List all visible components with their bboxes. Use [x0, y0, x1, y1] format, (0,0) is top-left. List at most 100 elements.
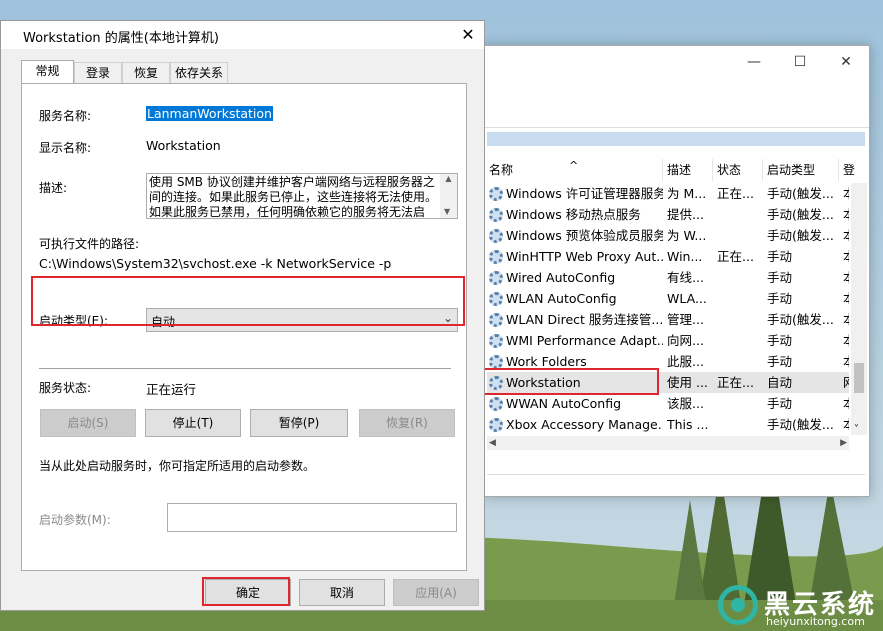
service-name-value[interactable]: LanmanWorkstation	[146, 106, 273, 121]
service-status-cell	[717, 225, 763, 246]
service-name-cell: WMI Performance Adapt...	[489, 330, 663, 351]
service-row[interactable]: Windows 移动热点服务提供... 手动(触发... 本	[487, 204, 849, 225]
scroll-up-icon[interactable]: ▲	[440, 174, 457, 183]
service-desc-cell: 此服...	[667, 354, 704, 369]
display-name-value[interactable]: Workstation	[146, 138, 221, 153]
cancel-button[interactable]: 取消	[299, 579, 385, 606]
dialog-title: Workstation 的属性(本地计算机)	[23, 31, 219, 46]
apply-button[interactable]: 应用(A)	[393, 579, 479, 606]
resume-button[interactable]: 恢复(R)	[359, 409, 455, 437]
service-desc-cell: 提供...	[667, 207, 704, 222]
scrollbar-thumb[interactable]	[854, 363, 864, 393]
horizontal-scrollbar[interactable]: ◀ ▶	[487, 436, 849, 450]
vertical-scrollbar[interactable]: ˅	[851, 183, 867, 435]
service-startup-cell: 手动	[767, 249, 793, 264]
service-startup-cell: 自动	[767, 375, 793, 390]
service-status-cell	[717, 288, 763, 309]
minimize-icon[interactable]: —	[731, 46, 777, 78]
service-startup-cell: 手动(触发...	[767, 186, 834, 201]
start-params-label: 启动参数(M):	[39, 513, 111, 527]
service-desc-cell: WLA...	[667, 291, 707, 306]
description-label: 描述:	[39, 181, 68, 195]
column-header-status[interactable]: 状态	[715, 159, 763, 181]
close-icon[interactable]: ✕	[454, 21, 482, 49]
exe-path-value[interactable]: C:\Windows\System32\svchost.exe -k Netwo…	[39, 256, 391, 271]
service-startup-cell: 手动(触发...	[767, 207, 834, 222]
service-desc-cell: 为 M...	[667, 186, 707, 201]
service-status-label: 服务状态:	[39, 381, 92, 395]
service-desc-cell: 使用 ...	[667, 375, 708, 390]
service-gear-icon	[489, 292, 503, 306]
tab-dependencies[interactable]: 依存关系	[170, 62, 228, 83]
service-status-cell: 正在...	[717, 375, 754, 390]
description-textbox[interactable]: 使用 SMB 协议创建并维护客户端网络与远程服务器之间的连接。如果此服务已停止，…	[146, 173, 458, 219]
service-row[interactable]: WWAN AutoConfig 该服... 手动 本	[487, 393, 849, 414]
service-logon-cell: 本	[843, 309, 849, 330]
service-row[interactable]: WLAN Direct 服务连接管... 管理... 手动(触发... 本	[487, 309, 849, 330]
service-status-value: 正在运行	[146, 382, 197, 397]
service-name-cell: Windows 许可证管理器服务	[489, 183, 663, 204]
services-list: Windows 许可证管理器服务为 M...正在...手动(触发...本Wind…	[487, 183, 849, 435]
column-header-name[interactable]: 名称 ^	[487, 159, 663, 181]
service-name-cell: Windows 移动热点服务	[489, 204, 663, 225]
service-row[interactable]: Wired AutoConfig 有线... 手动 本	[487, 267, 849, 288]
start-params-input[interactable]	[167, 503, 457, 532]
services-titlebar: — ☐ ✕	[483, 46, 869, 78]
description-text: 使用 SMB 协议创建并维护客户端网络与远程服务器之间的连接。如果此服务已停止，…	[149, 175, 438, 219]
service-desc-cell: Win...	[667, 249, 703, 264]
service-logon-cell: 本	[843, 330, 849, 351]
scroll-down-icon[interactable]: ▼	[444, 207, 450, 216]
description-scrollbar[interactable]: ▲ ▼	[440, 174, 457, 218]
service-desc-cell: 向网...	[667, 333, 704, 348]
service-logon-cell: 本	[843, 351, 849, 372]
service-status-cell	[717, 309, 763, 330]
service-status-cell: 正在...	[717, 186, 754, 201]
watermark-url: heiyunxitong.com	[766, 615, 865, 628]
service-desc-cell: 管理...	[667, 312, 704, 327]
column-header-description[interactable]: 描述	[665, 159, 713, 181]
service-logon-cell: 本	[843, 267, 849, 288]
service-gear-icon	[489, 208, 503, 222]
service-logon-cell: 本	[843, 414, 849, 435]
service-row[interactable]: WinHTTP Web Proxy Aut... Win... 正在... 手动 本	[487, 246, 849, 267]
service-row[interactable]: Windows 许可证管理器服务为 M... 正在... 手动(触发... 本	[487, 183, 849, 204]
service-logon-cell: 本	[843, 288, 849, 309]
service-status-cell	[717, 351, 763, 372]
service-startup-cell: 手动	[767, 333, 793, 348]
service-desc-cell: 为 W...	[667, 228, 707, 243]
service-gear-icon	[489, 397, 503, 411]
pause-button[interactable]: 暂停(P)	[250, 409, 348, 437]
service-row[interactable]: WLAN AutoConfig WLA... 手动 本	[487, 288, 849, 309]
start-params-hint: 当从此处启动服务时，你可指定所适用的启动参数。	[39, 459, 316, 473]
watermark-logo-icon	[718, 585, 758, 625]
close-icon[interactable]: ✕	[823, 46, 869, 78]
services-header-band	[487, 132, 865, 146]
scroll-left-icon[interactable]: ◀	[489, 436, 496, 450]
service-row[interactable]: Windows 预览体验成员服务为 W... 手动(触发... 本	[487, 225, 849, 246]
service-logon-cell: 网	[843, 372, 849, 393]
tab-general[interactable]: 常规	[21, 60, 74, 83]
service-gear-icon	[489, 334, 503, 348]
service-row[interactable]: WMI Performance Adapt... 向网... 手动 本	[487, 330, 849, 351]
exe-path-label: 可执行文件的路径:	[39, 237, 140, 251]
service-name-cell: Xbox Accessory Manage...	[489, 414, 663, 435]
service-name-cell: WWAN AutoConfig	[489, 393, 663, 414]
start-button[interactable]: 启动(S)	[40, 409, 136, 437]
divider	[39, 368, 451, 369]
service-gear-icon	[489, 271, 503, 285]
service-status-cell	[717, 267, 763, 288]
service-logon-cell: 本	[843, 183, 849, 204]
service-logon-cell: 本	[843, 204, 849, 225]
tab-recovery[interactable]: 恢复	[122, 62, 170, 83]
scroll-right-icon[interactable]: ▶	[840, 436, 847, 450]
tab-logon[interactable]: 登录	[74, 62, 122, 83]
stop-button[interactable]: 停止(T)	[145, 409, 241, 437]
maximize-icon[interactable]: ☐	[777, 46, 823, 78]
column-header-startup-type[interactable]: 启动类型	[765, 159, 839, 181]
scroll-down-icon[interactable]: ˅	[854, 424, 859, 435]
service-row[interactable]: Xbox Accessory Manage... This ... 手动(触发...…	[487, 414, 849, 435]
column-header-logon[interactable]: 登	[841, 159, 867, 181]
service-startup-cell: 手动	[767, 270, 793, 285]
service-desc-cell: 有线...	[667, 270, 704, 285]
service-gear-icon	[489, 355, 503, 369]
